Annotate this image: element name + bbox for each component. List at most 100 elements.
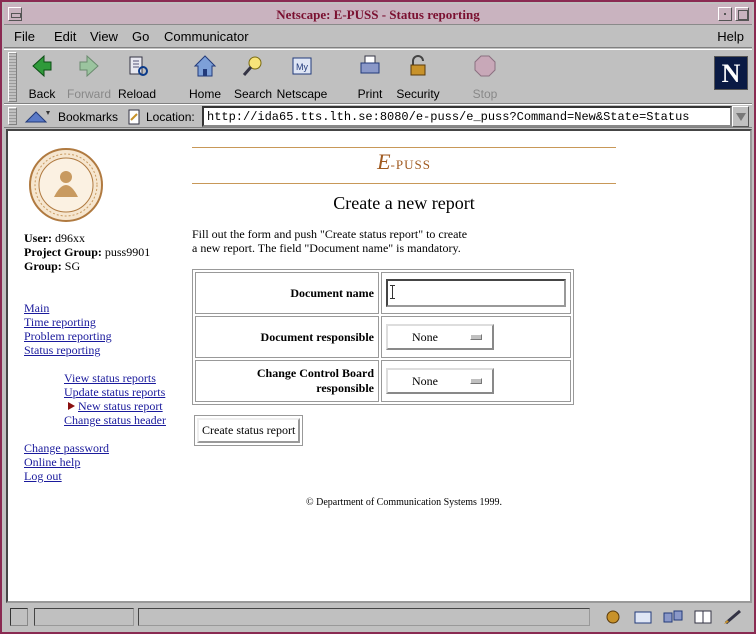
home-icon <box>193 55 217 77</box>
back-arrow-icon <box>32 54 52 78</box>
online-help-link[interactable]: Online help <box>24 455 109 469</box>
log-out-link[interactable]: Log out <box>24 469 109 483</box>
navigator-icon[interactable] <box>600 608 626 626</box>
netscape-button[interactable]: My Netscape <box>276 53 328 101</box>
nav-main-link[interactable]: Main <box>24 301 112 315</box>
intro-text: Fill out the form and push "Create statu… <box>192 227 492 255</box>
submit-frame: Create status report <box>194 415 304 446</box>
report-form-table: Document name Document responsible None <box>192 269 574 405</box>
nav-problem-reporting-link[interactable]: Problem reporting <box>24 329 112 343</box>
change-status-header-link[interactable]: Change status header <box>64 413 166 427</box>
menu-communicator[interactable]: Communicator <box>164 29 249 44</box>
maximize-button[interactable] <box>735 7 749 21</box>
page-title: Create a new report <box>333 193 475 213</box>
netscape-icon: My <box>292 57 312 75</box>
search-icon <box>242 56 262 76</box>
project-group-value: puss9901 <box>104 245 151 259</box>
nav-status-reporting-link[interactable]: Status reporting <box>24 343 112 357</box>
back-button[interactable]: Back <box>16 53 68 101</box>
location-page-icon[interactable] <box>126 108 142 126</box>
group-value: SG <box>64 259 81 273</box>
group-label: Group: <box>24 259 62 273</box>
menu-file[interactable]: File <box>14 29 35 44</box>
change-password-link[interactable]: Change password <box>24 441 109 455</box>
security-lock-icon <box>410 55 426 76</box>
home-button[interactable]: Home <box>179 53 231 101</box>
view-status-reports-link[interactable]: View status reports <box>64 371 166 385</box>
netscape-logo[interactable]: N <box>714 56 748 90</box>
user-info: User: d96xx Project Group: puss9901 Grou… <box>24 231 150 273</box>
newsgroups-icon[interactable] <box>660 608 686 626</box>
composer-icon[interactable] <box>720 608 746 626</box>
ccb-responsible-value: None <box>412 374 438 388</box>
option-menu-indicator-icon <box>470 334 482 340</box>
location-url-input[interactable]: http://ida65.tts.lth.se:8080/e-puss/e_pu… <box>202 106 732 127</box>
doc-responsible-row: Document responsible None <box>195 316 571 358</box>
document-responsible-value: None <box>412 330 438 344</box>
browser-window: Netscape: E-PUSS - Status reporting File… <box>0 0 756 634</box>
nav-time-reporting-link[interactable]: Time reporting <box>24 315 112 329</box>
option-menu-indicator-icon <box>470 378 482 384</box>
minimize-button[interactable] <box>718 7 732 21</box>
status-subnav: View status reports Update status report… <box>64 371 166 427</box>
reload-button[interactable]: Reload <box>111 53 163 101</box>
menu-edit[interactable]: Edit <box>54 29 76 44</box>
search-button[interactable]: Search <box>227 53 279 101</box>
intro-line-2: a new report. The field "Document name" … <box>192 241 461 255</box>
user-label: User: <box>24 231 52 245</box>
window-title: Netscape: E-PUSS - Status reporting <box>276 7 480 22</box>
location-toolbar: Bookmarks Location: http://ida65.tts.lth… <box>4 104 752 128</box>
address-book-icon[interactable] <box>690 608 716 626</box>
title-bar[interactable]: Netscape: E-PUSS - Status reporting <box>4 4 752 25</box>
user-value: d96xx <box>54 231 85 245</box>
location-grip[interactable] <box>8 107 17 125</box>
mail-icon[interactable] <box>630 608 656 626</box>
stop-button[interactable]: Stop <box>459 53 511 101</box>
url-history-dropdown[interactable] <box>732 106 749 127</box>
page-content: User: d96xx Project Group: puss9901 Grou… <box>6 129 752 603</box>
print-button[interactable]: Print <box>344 53 396 101</box>
account-nav: Change password Online help Log out <box>24 441 109 483</box>
menu-go[interactable]: Go <box>132 29 149 44</box>
copyright-footer: © Department of Communication Systems 19… <box>306 497 502 508</box>
forward-button[interactable]: Forward <box>63 53 115 101</box>
location-label: Location: <box>146 110 195 124</box>
menu-view[interactable]: View <box>90 29 118 44</box>
new-status-report-link[interactable]: New status report <box>78 399 166 413</box>
doc-name-row: Document name <box>195 272 571 314</box>
ccb-label: Change Control Board responsible <box>195 360 379 402</box>
document-name-input[interactable] <box>386 279 566 307</box>
security-button[interactable]: Security <box>392 53 444 101</box>
svg-text:My: My <box>296 62 308 72</box>
document-responsible-select[interactable]: None <box>386 324 494 350</box>
reload-icon <box>129 56 148 76</box>
brand-divider-bottom <box>192 183 616 184</box>
forward-arrow-icon <box>79 54 99 78</box>
doc-name-label: Document name <box>195 272 379 314</box>
university-seal-logo <box>29 148 103 222</box>
current-marker-icon <box>68 402 75 410</box>
bookmarks-icon[interactable] <box>24 108 52 126</box>
epuss-brand: E-PUSS <box>192 149 616 175</box>
menu-help[interactable]: Help <box>717 29 744 44</box>
doc-responsible-label: Document responsible <box>195 316 379 358</box>
current-page-item: New status report <box>64 399 166 413</box>
navigation-toolbar: Back Forward Reload Home Search My Netsc… <box>4 49 752 104</box>
main-nav: Main Time reporting Problem reporting St… <box>24 301 112 357</box>
ccb-responsible-select[interactable]: None <box>386 368 494 394</box>
progress-field <box>34 608 134 626</box>
brand-rest: -PUSS <box>390 157 431 172</box>
print-icon <box>360 55 380 74</box>
component-bar <box>600 608 746 626</box>
bookmarks-label[interactable]: Bookmarks <box>58 110 118 124</box>
brand-divider-top <box>192 147 616 148</box>
security-status-icon[interactable] <box>10 608 28 626</box>
menu-bar: File Edit View Go Communicator Help <box>4 26 752 48</box>
update-status-reports-link[interactable]: Update status reports <box>64 385 166 399</box>
create-status-report-button[interactable]: Create status report <box>197 418 301 443</box>
text-cursor-icon <box>390 285 395 299</box>
status-message-field <box>138 608 590 626</box>
intro-line-1: Fill out the form and push "Create statu… <box>192 227 468 241</box>
status-bar <box>4 605 752 630</box>
stop-icon <box>474 55 496 77</box>
